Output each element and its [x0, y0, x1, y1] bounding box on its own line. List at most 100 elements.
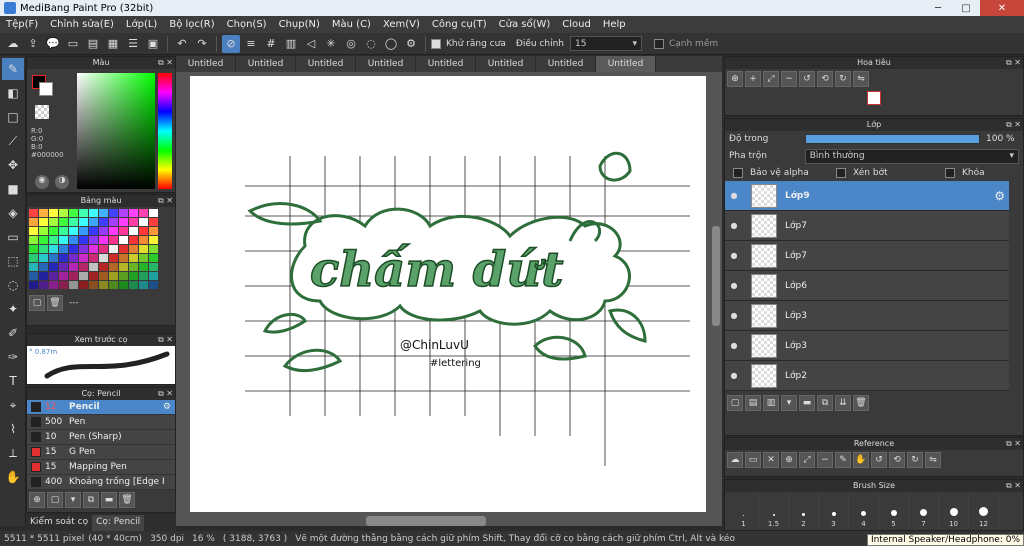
palette-swatch[interactable] [89, 254, 98, 262]
list-icon[interactable]: ☰ [124, 35, 142, 53]
ref-rotate-left-icon[interactable]: ↺ [871, 452, 887, 468]
new-layer-icon[interactable]: ▢ [727, 395, 743, 411]
gradient-tool-icon[interactable]: ▭ [2, 226, 24, 248]
palette-swatch[interactable] [89, 245, 98, 253]
palette-swatch[interactable] [89, 227, 98, 235]
palette-swatch[interactable] [139, 209, 148, 217]
text-tool-icon[interactable]: T [2, 370, 24, 392]
ref-zoom-icon[interactable]: ⊕ [781, 452, 797, 468]
undo-icon[interactable]: ↶ [173, 35, 191, 53]
layer-row[interactable]: ● Lớp6 [725, 271, 1009, 301]
add-layer-menu-icon[interactable]: ▾ [781, 395, 797, 411]
soft-edge-checkbox[interactable] [653, 38, 664, 49]
palette-swatch[interactable] [59, 263, 68, 271]
palette-swatch[interactable] [109, 254, 118, 262]
palette-swatch[interactable] [99, 263, 108, 271]
brush-size-option[interactable]: 5 [879, 494, 909, 528]
brush-copy-icon[interactable]: ⧉ [83, 492, 99, 508]
palette-swatch[interactable] [149, 227, 158, 235]
transparent-swatch[interactable] [35, 105, 49, 119]
menu-tools[interactable]: Công cụ(T) [426, 19, 493, 30]
redo-icon[interactable]: ↷ [193, 35, 211, 53]
vertical-scrollbar[interactable] [712, 226, 720, 326]
brush-size-option[interactable]: 4 [849, 494, 879, 528]
opacity-slider[interactable] [805, 134, 980, 144]
palette-swatch[interactable] [29, 263, 38, 271]
palette-swatch[interactable] [119, 254, 128, 262]
palette-swatch[interactable] [119, 209, 128, 217]
palette-swatch[interactable] [109, 272, 118, 280]
brush-size-option[interactable]: 7 [909, 494, 939, 528]
palette-swatch[interactable] [99, 227, 108, 235]
merge-layer-icon[interactable]: ⇊ [835, 395, 851, 411]
palette-swatch[interactable] [69, 218, 78, 226]
visibility-icon[interactable]: ● [725, 371, 743, 380]
visibility-icon[interactable]: ● [725, 311, 743, 320]
nav-zoom-icon[interactable]: ⊕ [727, 71, 743, 87]
palette-swatch[interactable] [89, 236, 98, 244]
palette-swatch[interactable] [59, 254, 68, 262]
palette-swatch[interactable] [29, 245, 38, 253]
grid-doc-icon[interactable]: ▦ [104, 35, 122, 53]
delete-palette-icon[interactable]: 🗑 [47, 295, 63, 311]
new-1bit-layer-icon[interactable]: ▥ [763, 395, 779, 411]
export-icon[interactable]: ⇪ [24, 35, 42, 53]
palette-swatch[interactable] [39, 272, 48, 280]
select-tool-icon[interactable]: ⬚ [2, 250, 24, 272]
palette-swatch[interactable] [59, 227, 68, 235]
menu-snap[interactable]: Chụp(N) [273, 19, 326, 30]
palette-swatch[interactable] [99, 281, 108, 289]
palette-swatch[interactable] [149, 218, 158, 226]
duplicate-layer-icon[interactable]: ⧉ [817, 395, 833, 411]
palette-swatch[interactable] [109, 245, 118, 253]
palette-swatch[interactable] [129, 209, 138, 217]
palette-swatch[interactable] [49, 218, 58, 226]
select-pen-icon[interactable]: ✐ [2, 322, 24, 344]
blend-select[interactable]: Bình thường ▾ [804, 148, 1019, 164]
eraser-tool-icon[interactable]: ◧ [2, 82, 24, 104]
palette-swatch[interactable] [79, 227, 88, 235]
maximize-button[interactable]: □ [952, 0, 980, 16]
menu-view[interactable]: Xem(V) [377, 19, 426, 30]
select-eraser-icon[interactable]: ✑ [2, 346, 24, 368]
divide-tool-icon[interactable]: ⌖ [2, 394, 24, 416]
palette-swatch[interactable] [59, 281, 68, 289]
eyedropper-icon[interactable]: ⌇ [2, 418, 24, 440]
palette-swatch[interactable] [129, 272, 138, 280]
snap-curve-icon[interactable]: ◌ [362, 35, 380, 53]
hue-slider[interactable] [158, 73, 172, 189]
settings-icon[interactable]: ⚙ [402, 35, 420, 53]
nav-rotate-reset-icon[interactable]: ⟲ [817, 71, 833, 87]
visibility-icon[interactable]: ● [725, 281, 743, 290]
palette-swatch[interactable] [109, 236, 118, 244]
brush-item-g-pen[interactable]: 15 G Pen [27, 445, 175, 460]
palette-swatch[interactable] [109, 209, 118, 217]
palette-swatch[interactable] [149, 281, 158, 289]
palette-swatch[interactable] [59, 218, 68, 226]
ref-fit-icon[interactable]: ⤢ [799, 452, 815, 468]
palette-swatch[interactable] [49, 245, 58, 253]
brush-item-edge[interactable]: 400 Khoảng trống [Edge I [27, 475, 175, 490]
snap-grid-icon[interactable]: # [262, 35, 280, 53]
palette-swatch[interactable] [49, 281, 58, 289]
page-icon[interactable]: ▣ [144, 35, 162, 53]
menu-filter[interactable]: Bộ lọc(R) [163, 19, 220, 30]
palette-swatch[interactable] [129, 254, 138, 262]
palette-swatch[interactable] [49, 209, 58, 217]
palette-swatch[interactable] [149, 254, 158, 262]
palette-swatch[interactable] [39, 227, 48, 235]
comment-icon[interactable]: 💬 [44, 35, 62, 53]
ref-cloud-icon[interactable]: ☁ [727, 452, 743, 468]
nav-rotate-right-icon[interactable]: ↻ [835, 71, 851, 87]
ref-open-icon[interactable]: ▭ [745, 452, 761, 468]
palette-swatch[interactable] [119, 236, 128, 244]
snap-off-icon[interactable]: ⊘ [222, 34, 240, 53]
dot-tool-icon[interactable]: ⟋ [2, 130, 24, 152]
brush-size-option[interactable]: 10 [939, 494, 969, 528]
ref-hand-icon[interactable]: ✋ [853, 452, 869, 468]
palette-swatch[interactable] [89, 263, 98, 271]
palette-swatch[interactable] [139, 245, 148, 253]
palette-swatch[interactable] [39, 254, 48, 262]
palette-swatch[interactable] [79, 272, 88, 280]
palette-swatch[interactable] [29, 254, 38, 262]
